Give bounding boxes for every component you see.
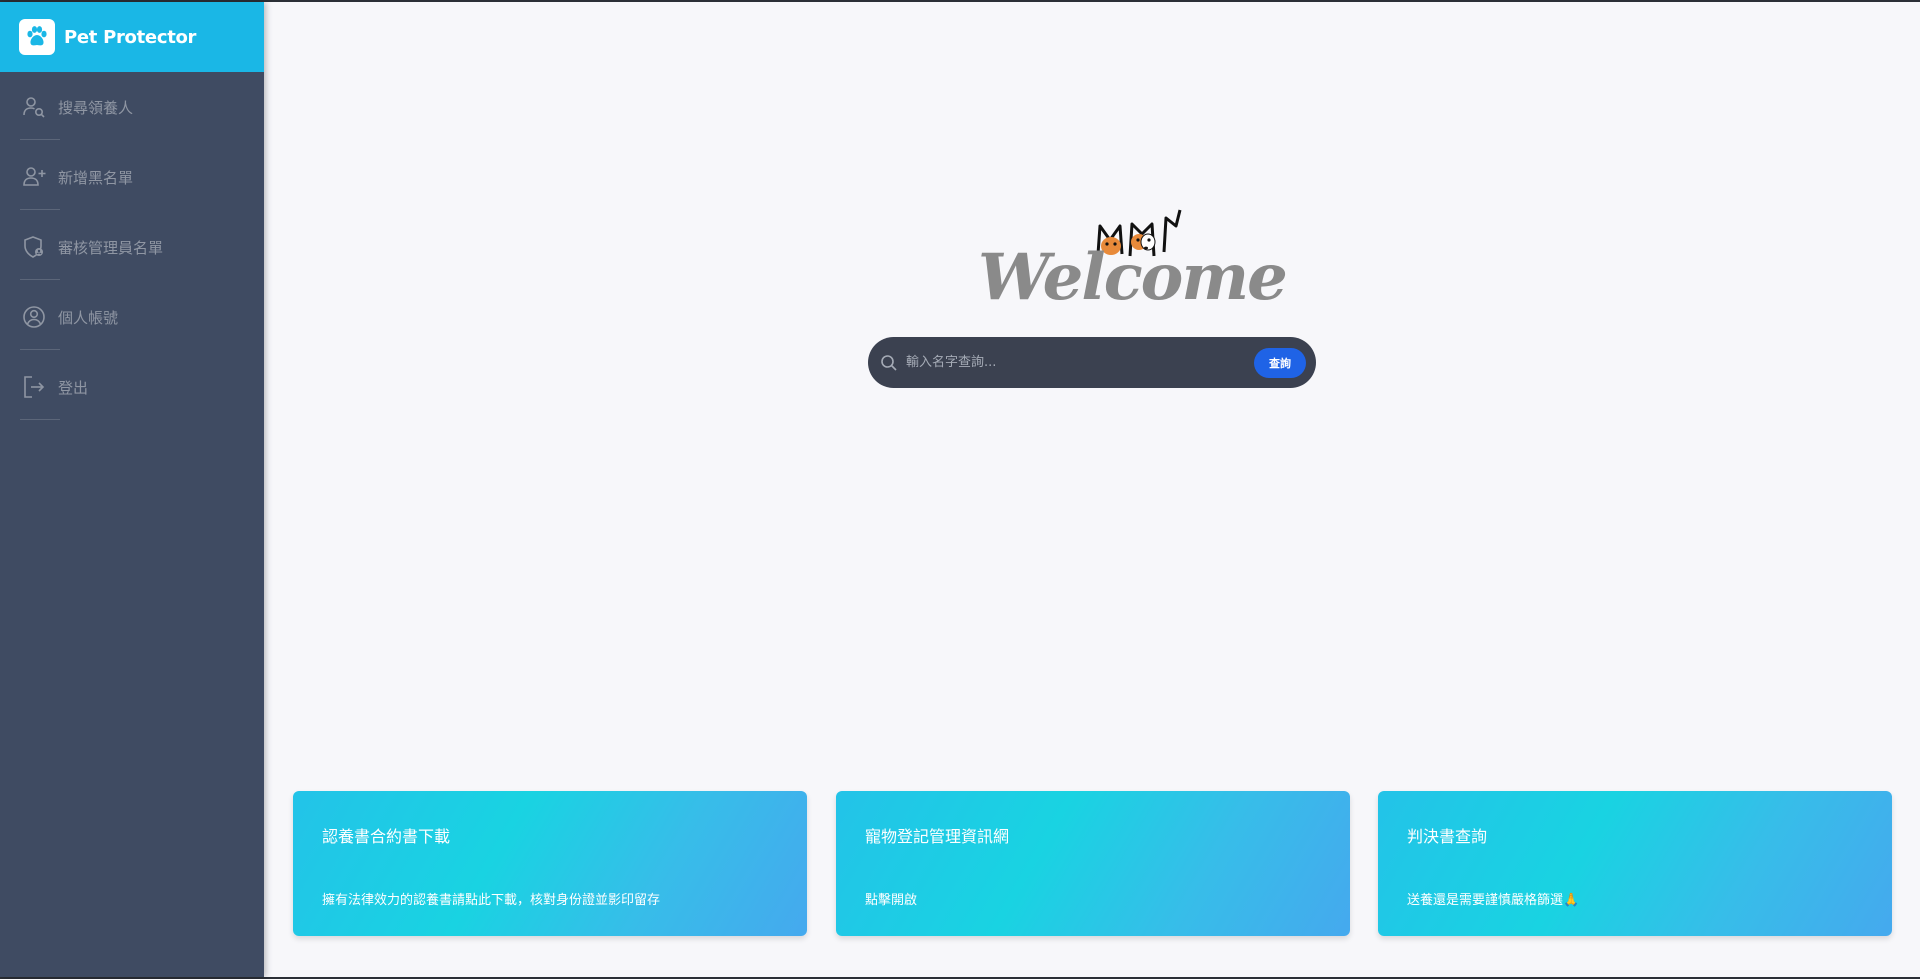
search-input[interactable] (906, 347, 1254, 378)
sidebar-item-logout[interactable]: 登出 (0, 352, 264, 422)
sidebar-item-review-admins[interactable]: 審核管理員名單 (0, 212, 264, 282)
card-title: 寵物登記管理資訊網 (865, 827, 1010, 846)
welcome-logo: Welcome (974, 209, 1288, 320)
sidebar-item-account[interactable]: 個人帳號 (0, 282, 264, 352)
user-circle-icon (20, 303, 48, 331)
nav-divider (20, 279, 60, 280)
nav-divider (20, 419, 60, 420)
sidebar: Pet Protector 搜尋領養人 新增黑名單 審核管理員名單 個人帳號 登… (0, 2, 264, 977)
brand-header[interactable]: Pet Protector (0, 2, 264, 72)
card-pet-registration[interactable]: 寵物登記管理資訊網 點擊開啟 (836, 791, 1350, 936)
sidebar-item-label: 新增黑名單 (58, 168, 134, 187)
nav-divider (20, 349, 60, 350)
sidebar-item-add-blacklist[interactable]: 新增黑名單 (0, 142, 264, 212)
card-judgment-search[interactable]: 判決書查詢 送養還是需要謹慎嚴格篩選🙏 (1378, 791, 1892, 936)
sidebar-nav: 搜尋領養人 新增黑名單 審核管理員名單 個人帳號 登出 (0, 72, 264, 422)
user-search-icon (20, 93, 48, 121)
sidebar-item-label: 搜尋領養人 (58, 98, 134, 117)
user-add-icon (20, 163, 48, 191)
sidebar-item-label: 審核管理員名單 (58, 238, 164, 257)
card-title: 判決書查詢 (1407, 827, 1488, 846)
card-adoption-contract[interactable]: 認養書合約書下載 擁有法律效力的認養書請點此下載，核對身份證並影印留存 (293, 791, 807, 936)
welcome-text: Welcome (978, 240, 1288, 315)
card-title: 認養書合約書下載 (322, 827, 451, 846)
search-icon (880, 354, 898, 372)
search-bar: 查詢 (868, 337, 1316, 388)
sidebar-item-label: 個人帳號 (58, 308, 119, 327)
card-description: 送養還是需要謹慎嚴格篩選🙏 (1407, 893, 1580, 908)
nav-divider (20, 139, 60, 140)
search-button[interactable]: 查詢 (1254, 347, 1306, 378)
nav-divider (20, 209, 60, 210)
card-description: 點擊開啟 (865, 893, 918, 908)
main-content: Welcome 查詢 認養書合約書下載 擁有法律效力的認養書請點此下載，核對身份… (264, 2, 1920, 977)
shield-user-icon (20, 233, 48, 261)
sidebar-item-label: 登出 (58, 378, 89, 397)
app-window: Pet Protector 搜尋領養人 新增黑名單 審核管理員名單 個人帳號 登… (0, 2, 1920, 977)
logout-icon (20, 373, 48, 401)
sidebar-item-search-adopter[interactable]: 搜尋領養人 (0, 72, 264, 142)
paw-icon (19, 19, 55, 55)
card-description: 擁有法律效力的認養書請點此下載，核對身份證並影印留存 (322, 893, 661, 908)
app-title: Pet Protector (64, 26, 197, 48)
